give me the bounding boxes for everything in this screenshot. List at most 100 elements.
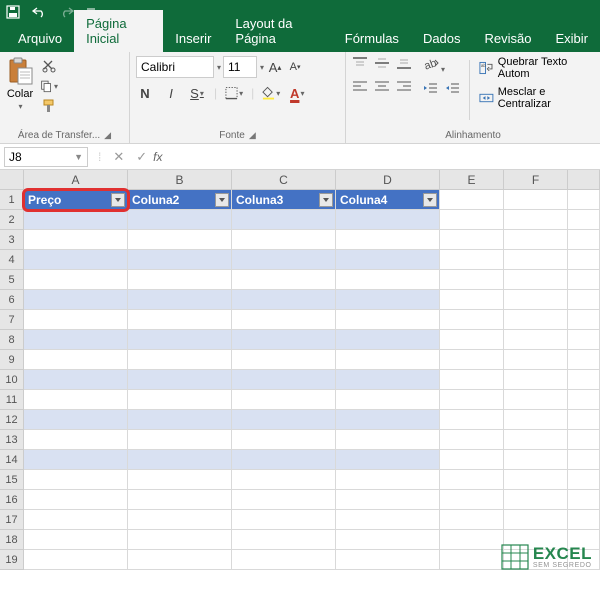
row-header[interactable]: 15 [0, 470, 24, 490]
cell[interactable] [504, 210, 568, 230]
row-header[interactable]: 10 [0, 370, 24, 390]
cell[interactable] [504, 270, 568, 290]
cell[interactable] [336, 350, 440, 370]
cell[interactable] [568, 510, 600, 530]
wrap-text-button[interactable]: ab Quebrar Texto Autom [479, 56, 594, 80]
row-header[interactable]: 8 [0, 330, 24, 350]
cell[interactable] [128, 450, 232, 470]
cell[interactable] [504, 430, 568, 450]
cell[interactable] [128, 390, 232, 410]
cell[interactable] [24, 430, 128, 450]
cell[interactable] [336, 410, 440, 430]
cell[interactable] [24, 330, 128, 350]
cell[interactable] [504, 510, 568, 530]
row-header[interactable]: 5 [0, 270, 24, 290]
cell[interactable] [232, 470, 336, 490]
row-header[interactable]: 18 [0, 530, 24, 550]
row-header[interactable]: 13 [0, 430, 24, 450]
row-header[interactable]: 16 [0, 490, 24, 510]
cell[interactable] [504, 390, 568, 410]
tab-arquivo[interactable]: Arquivo [6, 25, 74, 52]
cell[interactable] [128, 310, 232, 330]
align-right-button[interactable] [396, 79, 412, 96]
cell[interactable] [336, 230, 440, 250]
cell[interactable] [336, 310, 440, 330]
font-name-input[interactable] [136, 56, 214, 78]
cell[interactable] [128, 250, 232, 270]
cell[interactable] [128, 210, 232, 230]
align-bottom-button[interactable] [396, 56, 412, 73]
cell[interactable] [232, 430, 336, 450]
cell[interactable] [440, 490, 504, 510]
row-header[interactable]: 2 [0, 210, 24, 230]
cell[interactable] [336, 210, 440, 230]
cell[interactable] [504, 190, 568, 210]
cell[interactable] [232, 490, 336, 510]
cell[interactable] [232, 350, 336, 370]
cell[interactable] [440, 350, 504, 370]
cell[interactable] [440, 430, 504, 450]
name-box[interactable]: J8 ▼ [4, 147, 88, 167]
chevron-down-icon[interactable]: ▾ [217, 63, 221, 72]
spreadsheet-grid[interactable]: A B C D E F 1PreçoColuna2Coluna3Coluna42… [0, 170, 600, 570]
cell[interactable] [568, 390, 600, 410]
cell[interactable] [336, 530, 440, 550]
row-header[interactable]: 4 [0, 250, 24, 270]
cell[interactable] [232, 510, 336, 530]
cell[interactable] [24, 310, 128, 330]
cut-button[interactable] [40, 58, 58, 74]
cell[interactable] [504, 230, 568, 250]
cell[interactable] [128, 550, 232, 570]
row-header[interactable]: 19 [0, 550, 24, 570]
cell[interactable] [232, 370, 336, 390]
cell[interactable] [504, 290, 568, 310]
align-middle-button[interactable] [374, 56, 390, 73]
cell[interactable] [24, 490, 128, 510]
align-top-button[interactable] [352, 56, 368, 73]
bold-button[interactable]: N [136, 84, 154, 102]
cell[interactable] [336, 490, 440, 510]
cell[interactable] [440, 470, 504, 490]
redo-icon[interactable] [58, 5, 76, 19]
tab-layout[interactable]: Layout da Página [223, 10, 332, 52]
cell[interactable] [568, 370, 600, 390]
cell[interactable] [24, 350, 128, 370]
cell[interactable] [128, 230, 232, 250]
formula-input[interactable] [167, 147, 600, 167]
cell[interactable] [232, 330, 336, 350]
cell[interactable] [440, 290, 504, 310]
tab-formulas[interactable]: Fórmulas [333, 25, 411, 52]
filter-dropdown-button[interactable] [319, 193, 333, 207]
cell[interactable] [336, 430, 440, 450]
italic-button[interactable]: I [162, 84, 180, 102]
cell[interactable] [232, 450, 336, 470]
fill-color-button[interactable]: ▾ [262, 84, 280, 102]
cell[interactable] [440, 190, 504, 210]
row-header[interactable]: 3 [0, 230, 24, 250]
cell[interactable] [568, 330, 600, 350]
fx-icon[interactable]: fx [153, 150, 162, 164]
col-header-c[interactable]: C [232, 170, 336, 190]
font-color-button[interactable]: A▾ [288, 84, 306, 102]
cell[interactable] [440, 510, 504, 530]
cell[interactable] [440, 550, 504, 570]
cell[interactable] [24, 510, 128, 530]
cell[interactable] [24, 410, 128, 430]
cell[interactable] [24, 290, 128, 310]
cell[interactable] [504, 470, 568, 490]
cell[interactable] [568, 190, 600, 210]
borders-button[interactable]: ▾ [225, 84, 243, 102]
cell[interactable] [504, 330, 568, 350]
cell[interactable] [232, 230, 336, 250]
cell[interactable] [128, 530, 232, 550]
cell[interactable] [568, 450, 600, 470]
cell[interactable] [568, 250, 600, 270]
cell[interactable]: Coluna3 [232, 190, 336, 210]
cell[interactable] [128, 510, 232, 530]
chevron-down-icon[interactable]: ▾ [260, 63, 264, 72]
cancel-formula-button[interactable]: ✕ [113, 149, 124, 165]
cell[interactable] [128, 410, 232, 430]
col-header-d[interactable]: D [336, 170, 440, 190]
col-header-e[interactable]: E [440, 170, 504, 190]
cell[interactable] [232, 530, 336, 550]
